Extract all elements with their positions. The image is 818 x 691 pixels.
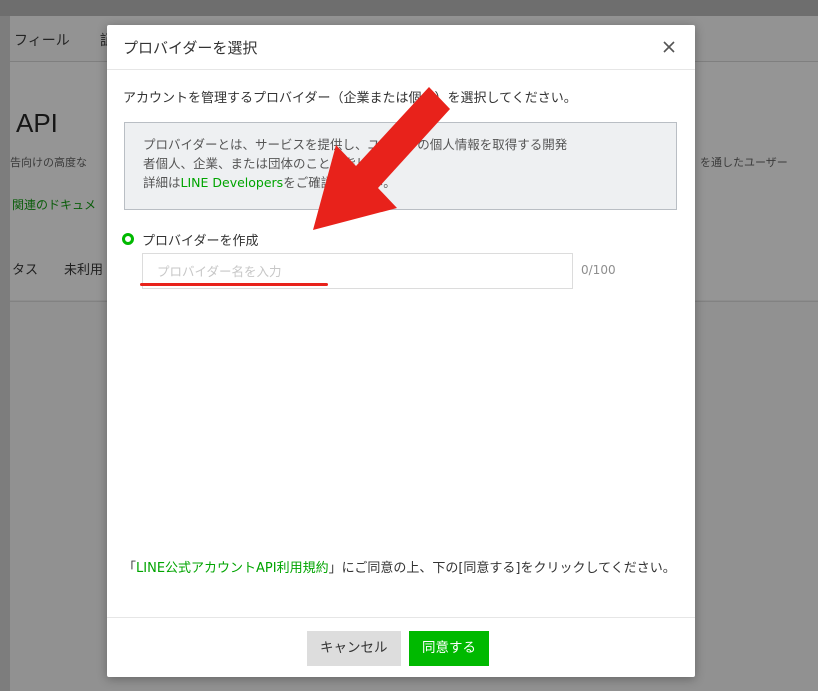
cancel-button[interactable]: キャンセル — [307, 631, 401, 666]
agreement-text: 「LINE公式アカウントAPI利用規約」にご同意の上、下の[同意する]をクリック… — [123, 559, 678, 579]
provider-info-box: プロバイダーとは、サービスを提供し、ユーザーの個人情報を取得する開発 者個人、企… — [124, 122, 677, 210]
dialog-title: プロバイダーを選択 — [123, 39, 258, 57]
api-terms-link[interactable]: LINE公式アカウントAPI利用規約 — [136, 561, 329, 576]
red-underline-annotation — [140, 283, 328, 286]
page-doc-link: 関連のドキュメ — [12, 198, 97, 212]
dialog-header: プロバイダーを選択 — [107, 25, 695, 70]
info-line-3: 詳細はLINE Developersをご確認ください。 — [143, 173, 658, 192]
create-provider-radio[interactable] — [122, 233, 134, 245]
agreement-open-bracket: 「 — [123, 561, 137, 576]
create-provider-option[interactable]: プロバイダーを作成 — [122, 229, 258, 249]
char-counter: 0/100 — [581, 263, 616, 277]
line-developers-link[interactable]: LINE Developers — [181, 175, 284, 190]
info-line-3-prefix: 詳細は — [143, 175, 181, 190]
select-provider-dialog: プロバイダーを選択 アカウントを管理するプロバイダー（企業または個人）を選択して… — [107, 25, 695, 677]
page-top-bar — [0, 0, 818, 16]
page-description-left: 告向けの高度な — [10, 156, 87, 169]
dialog-footer: キャンセル 同意する — [107, 617, 695, 678]
page-description-right: を通したユーザー — [700, 156, 788, 169]
page-left-strip — [0, 16, 10, 691]
page-nav-item-profile: フィール — [14, 33, 70, 49]
page-tab-unused: 未利用 — [64, 263, 104, 278]
create-provider-label: プロバイダーを作成 — [142, 233, 259, 249]
info-line-1: プロバイダーとは、サービスを提供し、ユーザーの個人情報を取得する開発 — [143, 137, 568, 152]
agreement-rest: 」にご同意の上、下の[同意する]をクリックしてください。 — [328, 561, 676, 576]
info-line-2: 者個人、企業、または団体のことを指します。 — [143, 156, 405, 171]
close-icon[interactable] — [657, 35, 681, 59]
agree-button[interactable]: 同意する — [409, 631, 489, 666]
page-api-title: API — [16, 108, 58, 138]
info-line-3-suffix: をご確認ください。 — [283, 175, 396, 190]
page-tab-status: タス — [12, 263, 39, 278]
dialog-intro-text: アカウントを管理するプロバイダー（企業または個人）を選択してください。 — [123, 91, 577, 106]
